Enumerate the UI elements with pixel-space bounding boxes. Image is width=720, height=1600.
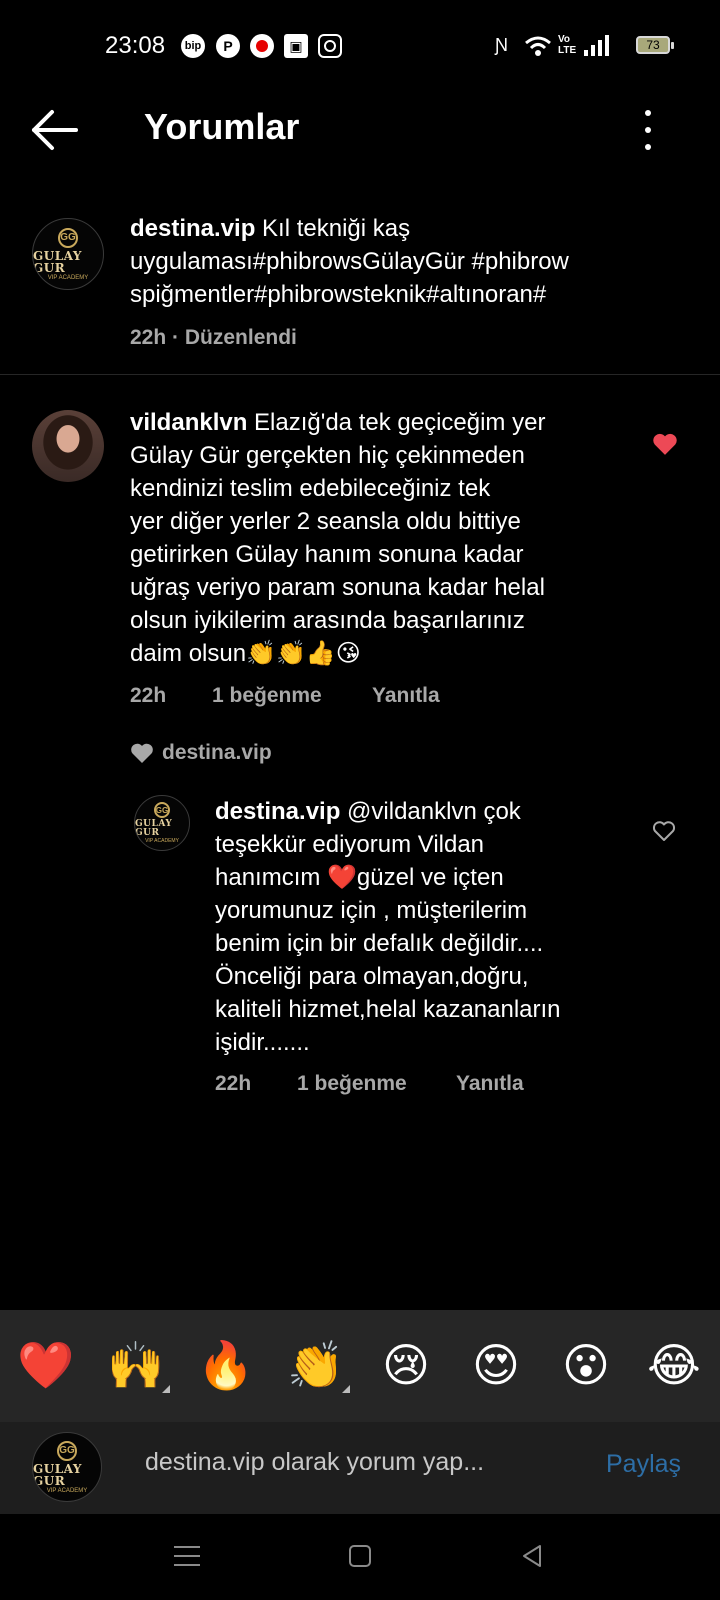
comment-text: vildanklvn Elazığ'da tek geçiceğim yer G… — [130, 406, 630, 670]
reply-line: işidir....... — [215, 1029, 310, 1056]
comment-line: uğraş veriyo param sonuna kadar helal — [130, 574, 545, 601]
signal-icon — [584, 35, 609, 56]
reply-button[interactable]: Yanıtla — [372, 684, 440, 708]
comment-line: Gülay Gür gerçekten hiç çekinmeden — [130, 442, 525, 469]
skin-tone-indicator — [342, 1385, 350, 1393]
reply-time: 22h — [215, 1072, 252, 1095]
reply-text: destina.vip @vildanklvn çok teşekkür edi… — [215, 795, 635, 1059]
caption-text: destina.vip Kıl tekniği kaş uygulaması#p… — [130, 212, 690, 311]
caption-time: 22h — [130, 326, 167, 349]
logo-monogram: GG — [58, 227, 78, 248]
avatar[interactable] — [32, 410, 104, 482]
emoji-raised-hands[interactable]: 🙌 — [106, 1335, 166, 1395]
nfc-icon: Ɲ — [495, 34, 508, 55]
status-time: 23:08 — [105, 32, 166, 59]
comment-line: daim olsun👏👏👍😘 — [130, 640, 361, 667]
logo-sub: VIP ACADEMY — [46, 1487, 88, 1494]
liked-heart-icon[interactable] — [652, 432, 678, 456]
back-arrow-icon[interactable] — [30, 108, 80, 152]
comment-line: kendinizi teslim edebileceğiniz tek — [130, 475, 491, 502]
comment-line: Elazığ'da tek geçiceğim yer — [247, 409, 546, 436]
logo-monogram: GG — [57, 1440, 77, 1461]
caption-line: Kıl tekniği kaş — [255, 215, 411, 242]
emoji-cry[interactable]: 😢 — [376, 1335, 436, 1395]
pinterest-icon: P — [216, 34, 240, 58]
logo-sub: VIP ACADEMY — [47, 274, 89, 281]
wifi-icon — [525, 36, 551, 56]
heart-icon — [131, 743, 153, 763]
emoji-heart-eyes[interactable]: 😍 — [466, 1335, 526, 1395]
skin-tone-indicator — [162, 1385, 170, 1393]
comment-time: 22h — [130, 684, 167, 707]
comment-input[interactable]: destina.vip olarak yorum yap... — [145, 1448, 484, 1477]
caption-edited: Düzenlendi — [184, 326, 297, 349]
caption-meta: 22h · Düzenlendi — [130, 326, 297, 350]
avatar: GG GULAY GUR VIP ACADEMY — [32, 1432, 102, 1502]
vodafone-icon — [250, 34, 274, 58]
emoji-surprised[interactable]: 😮 — [556, 1335, 616, 1395]
instagram-icon — [318, 34, 342, 58]
menu-icon[interactable] — [174, 1544, 200, 1568]
reply-line: @vildanklvn çok — [340, 798, 521, 825]
reply-likes[interactable]: 1 beğenme — [297, 1072, 407, 1096]
caption-line: spiğmentler#phibrowsteknik#altınoran# — [130, 281, 547, 308]
emoji-heart[interactable]: ❤️ — [16, 1335, 76, 1395]
back-triangle-icon[interactable] — [520, 1543, 544, 1569]
home-square-icon[interactable] — [348, 1544, 372, 1568]
comment-line: olsun iyikilerim arasında başarılarınız — [130, 607, 525, 634]
logo-brand: GULAY GUR — [33, 248, 82, 275]
comment-likes[interactable]: 1 beğenme — [212, 684, 322, 708]
reply-username[interactable]: destina.vip — [215, 798, 340, 825]
author-liked: destina.vip — [130, 741, 272, 765]
caption-line: uygulaması#phibrowsGülayGür #phibrow — [130, 248, 569, 275]
avatar[interactable]: GG GULAY GUR VIP ACADEMY — [32, 218, 104, 290]
comment-line: yer diğer yerler 2 seansla oldu bittiye — [130, 508, 521, 535]
emoji-fire[interactable]: 🔥 — [196, 1335, 256, 1395]
logo-sub: VIP ACADEMY — [145, 838, 179, 844]
comment-username[interactable]: vildanklvn — [130, 409, 247, 436]
emoji-laugh[interactable]: 😂 — [644, 1335, 704, 1395]
divider — [0, 374, 720, 375]
logo-monogram: GG — [154, 802, 170, 818]
battery-icon: 73 — [636, 36, 674, 54]
reply-button[interactable]: Yanıtla — [456, 1072, 524, 1096]
page-title: Yorumlar — [144, 106, 300, 147]
like-heart-icon[interactable] — [652, 820, 676, 842]
reply-line: Önceliği para olmayan,doğru, — [215, 963, 529, 990]
avatar[interactable]: GG GULAY GUR VIP ACADEMY — [134, 795, 190, 851]
comment-line: getirirken Gülay hanım sonuna kadar — [130, 541, 524, 568]
emoji-clap[interactable]: 👏 — [286, 1335, 346, 1395]
reply-line: teşekkür ediyorum Vildan — [215, 831, 485, 858]
box-icon: ▣ — [284, 34, 308, 58]
reply-line: kaliteli hizmet,helal kazananların — [215, 996, 561, 1023]
reply-line: yorumunuz için , müşterilerim — [215, 897, 528, 924]
share-button[interactable]: Paylaş — [606, 1450, 681, 1479]
volte-icon: Vo LTE — [558, 34, 577, 56]
author-liked-name: destina.vip — [162, 741, 272, 764]
logo-brand: GULAY GUR — [33, 1461, 82, 1488]
bip-icon: bip — [181, 34, 205, 58]
reply-line: hanımcım ❤️güzel ve içten — [215, 864, 504, 891]
caption-username[interactable]: destina.vip — [130, 215, 255, 242]
reply-line: benim için bir defalık değildir.... — [215, 930, 544, 957]
logo-brand: GULAY GUR — [135, 819, 173, 838]
meta-separator: · — [172, 326, 180, 349]
more-options-icon[interactable] — [640, 110, 656, 150]
